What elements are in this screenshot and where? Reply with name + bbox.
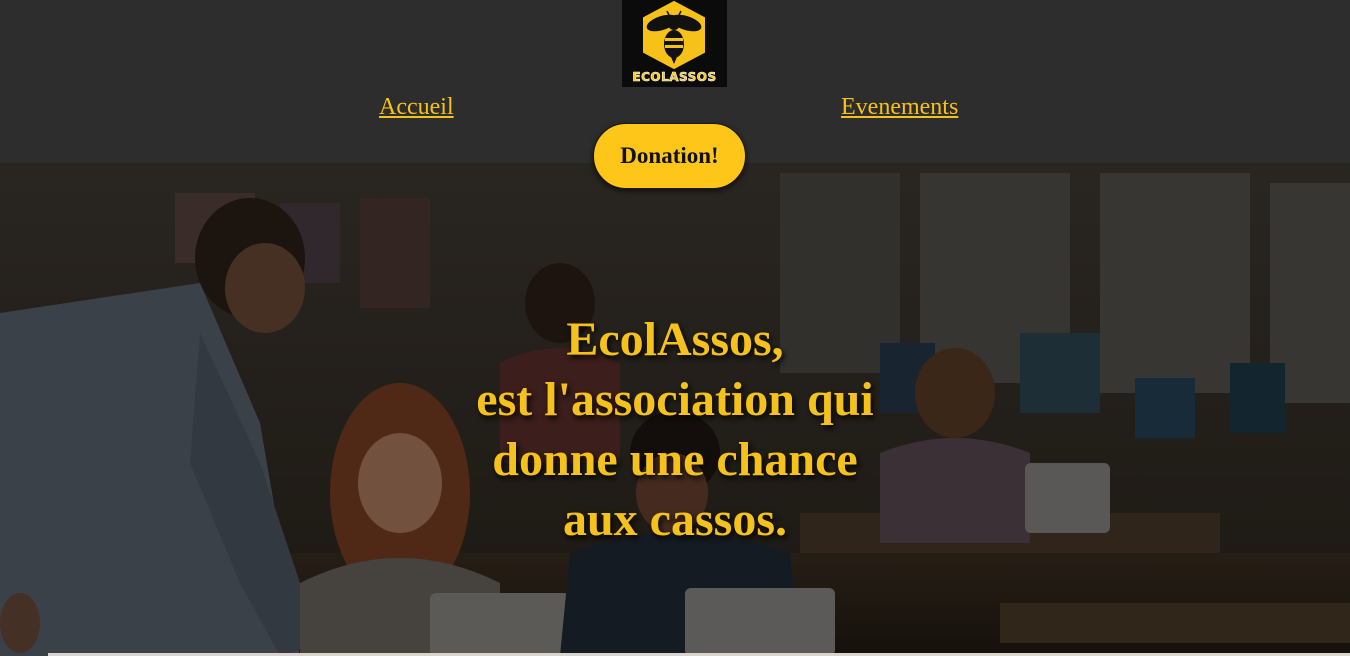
nav-link-accueil[interactable]: Accueil	[379, 94, 454, 121]
page: ECOLASSOS Accueil Evenements Donation! E…	[0, 0, 1350, 656]
hero-line-4: aux cassos.	[562, 493, 788, 546]
donation-button[interactable]: Donation!	[593, 123, 746, 189]
hero-line-2: est l'association qui	[476, 373, 874, 426]
hero-title: EcolAssos, est l'association qui donne u…	[375, 310, 975, 550]
hero-line-3: donne une chance	[492, 433, 858, 486]
logo-text: ECOLASSOS	[632, 70, 717, 85]
site-logo[interactable]: ECOLASSOS	[622, 0, 727, 87]
nav-link-evenements[interactable]: Evenements	[841, 94, 958, 121]
hero-section: EcolAssos, est l'association qui donne u…	[0, 163, 1350, 656]
hero-line-1: EcolAssos,	[566, 313, 784, 366]
